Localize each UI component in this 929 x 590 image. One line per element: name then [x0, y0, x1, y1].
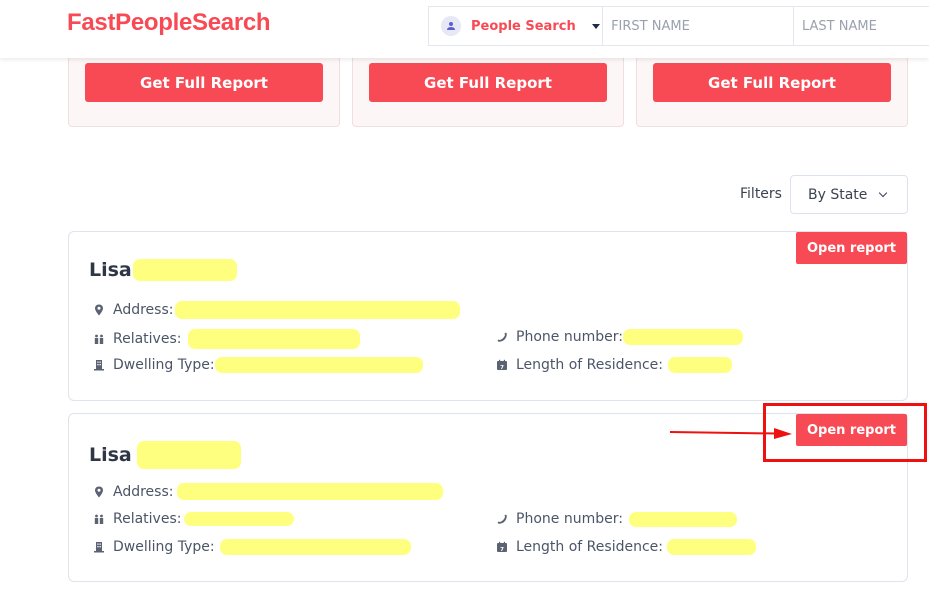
residence-row: 7 Length of Residence: — [496, 357, 732, 373]
relatives-icon — [93, 513, 105, 525]
redacted-phone-number — [628, 511, 737, 527]
filter-selected-value: By State — [808, 186, 868, 203]
redacted-address — [175, 301, 461, 319]
map-pin-icon — [93, 304, 105, 316]
result-card: Open report Lisa Address: Relatives: Dwe… — [68, 231, 908, 401]
filters-label: Filters — [740, 186, 782, 202]
address-label: Address: — [113, 483, 174, 500]
building-icon — [93, 541, 105, 553]
site-header: FastPeopleSearch People Search — [0, 0, 929, 58]
person-name: Lisa — [89, 441, 241, 469]
address-row: Address: — [93, 483, 444, 500]
annotation-highlight-box — [763, 403, 927, 462]
get-full-report-button[interactable]: Get Full Report — [369, 63, 607, 102]
person-first-name: Lisa — [89, 444, 132, 466]
get-full-report-button[interactable]: Get Full Report — [653, 63, 891, 102]
phone-icon — [496, 331, 508, 343]
redacted-dwelling-type — [219, 539, 411, 555]
get-full-report-button[interactable]: Get Full Report — [85, 63, 323, 102]
redacted-last-name — [136, 441, 241, 469]
phone-number-label: Phone number: — [516, 511, 623, 527]
search-bar: People Search — [428, 6, 929, 46]
redacted-length-of-residence — [667, 357, 732, 373]
map-pin-icon — [93, 486, 105, 498]
address-label: Address: — [113, 302, 174, 318]
residence-row: 7 Length of Residence: — [496, 539, 756, 555]
dwelling-row: Dwelling Type: — [93, 539, 411, 555]
phone-icon — [496, 513, 508, 525]
search-type-dropdown[interactable]: People Search — [429, 7, 604, 45]
relatives-icon — [93, 333, 105, 345]
dwelling-type-label: Dwelling Type: — [113, 357, 215, 373]
dwelling-row: Dwelling Type: — [93, 357, 423, 373]
first-name-input[interactable] — [603, 7, 794, 45]
building-icon — [93, 359, 105, 371]
length-of-residence-label: Length of Residence: — [516, 539, 663, 555]
calendar-icon: 7 — [496, 541, 508, 553]
search-type-label: People Search — [471, 18, 576, 34]
phone-number-label: Phone number: — [516, 329, 623, 345]
relatives-label: Relatives: — [113, 331, 182, 347]
open-report-button[interactable]: Open report — [796, 232, 907, 264]
person-first-name: Lisa — [89, 259, 132, 281]
length-of-residence-label: Length of Residence: — [516, 357, 663, 373]
phone-row: Phone number: — [496, 511, 737, 527]
redacted-last-name — [132, 259, 237, 281]
calendar-icon: 7 — [496, 359, 508, 371]
chevron-down-icon — [879, 188, 888, 197]
redacted-dwelling-type — [214, 357, 423, 373]
svg-text:7: 7 — [500, 547, 504, 553]
redacted-relatives — [184, 512, 295, 526]
dwelling-type-label: Dwelling Type: — [113, 539, 215, 555]
redacted-relatives — [188, 329, 361, 349]
state-filter-dropdown[interactable]: By State — [790, 175, 908, 214]
phone-row: Phone number: — [496, 329, 743, 345]
redacted-phone-number — [622, 329, 743, 345]
redacted-address — [177, 483, 444, 500]
relatives-label: Relatives: — [113, 511, 182, 527]
caret-down-icon — [591, 23, 600, 29]
last-name-input[interactable] — [794, 7, 929, 45]
svg-text:7: 7 — [500, 365, 504, 371]
relatives-row: Relatives: — [93, 329, 361, 349]
person-icon — [441, 16, 461, 36]
redacted-length-of-residence — [666, 539, 756, 555]
person-name: Lisa — [89, 259, 237, 281]
relatives-row: Relatives: — [93, 511, 295, 527]
logo[interactable]: FastPeopleSearch — [67, 9, 271, 37]
address-row: Address: — [93, 301, 461, 319]
